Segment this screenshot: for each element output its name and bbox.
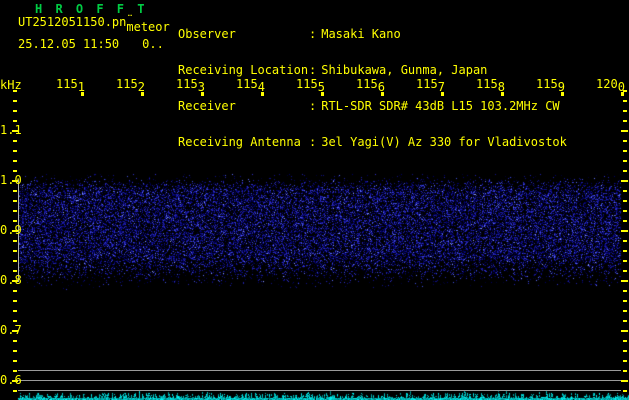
info-row-observer: Observer: Masaki Kano	[178, 28, 567, 40]
filename-text: UT2512051150.pn	[18, 15, 127, 29]
info-colon: :	[309, 63, 317, 77]
tick-mark	[13, 370, 17, 372]
y-tick-label: 0.6	[0, 373, 22, 387]
tick-mark	[621, 280, 628, 282]
tick-mark	[623, 270, 627, 272]
x-tick-text: 1	[77, 80, 85, 94]
tick-mark	[13, 190, 17, 192]
tick-mark	[13, 200, 17, 202]
tick-mark	[13, 150, 17, 152]
filename-note: meteor	[126, 20, 170, 34]
info-label: Receiving Antenna	[178, 135, 301, 149]
tick-mark	[623, 360, 627, 362]
tick-mark	[13, 350, 17, 352]
info-label: Receiver	[178, 99, 236, 113]
tick-mark	[13, 110, 17, 112]
tick-mark	[623, 150, 627, 152]
info-label: Observer	[178, 27, 236, 41]
info-value: 3el Yagi(V) Az 330 for Vladivostok	[321, 135, 567, 149]
tick-mark	[623, 250, 627, 252]
status-counter: 0..	[142, 37, 164, 51]
tick-mark	[623, 200, 627, 202]
x-tick-label: 1151	[56, 77, 85, 93]
info-value: Masaki Kano	[321, 27, 401, 41]
hrofft-screen: 1151 1152 1153 1154 1155 1156 1157 1158 1159 1200…	[0, 0, 629, 400]
tick-mark	[623, 120, 627, 122]
tick-mark	[623, 140, 627, 142]
tick-mark	[13, 170, 17, 172]
tick-mark	[623, 100, 627, 102]
tick-mark	[623, 220, 627, 222]
tick-mark	[13, 260, 17, 262]
tick-mark	[13, 220, 17, 222]
tick-mark	[13, 140, 17, 142]
tick-mark	[623, 310, 627, 312]
tick-mark	[623, 290, 627, 292]
tick-mark	[621, 380, 628, 382]
station-info: Observer: Masaki Kano Receiving Location:…	[178, 4, 567, 172]
tick-mark	[13, 240, 17, 242]
reference-line-0p62khz	[18, 370, 621, 371]
info-colon: :	[309, 135, 317, 149]
tick-mark	[623, 320, 627, 322]
tick-mark	[623, 340, 627, 342]
tick-mark	[621, 330, 628, 332]
reference-line-0p58khz	[18, 390, 621, 391]
tick-mark	[621, 180, 628, 182]
info-row-location: Receiving Location: Shibukawa, Gunma, Jap…	[178, 64, 567, 76]
tick-mark	[13, 390, 17, 392]
info-colon: :	[309, 99, 317, 113]
x-tick-text: 120	[596, 77, 618, 91]
y-tick-label: 1.0	[0, 173, 22, 187]
tick-mark	[623, 390, 627, 392]
tick-mark	[13, 360, 17, 362]
tick-mark	[623, 300, 627, 302]
tick-mark	[13, 120, 17, 122]
y-tick-label: 0.8	[0, 273, 22, 287]
info-value: Shibukawa, Gunma, Japan	[321, 63, 488, 77]
tick-mark	[13, 270, 17, 272]
x-tick-label: 1200	[596, 77, 625, 93]
y-axis-unit-label: kHz	[0, 78, 22, 92]
info-row-antenna: Receiving Antenna:3el Yagi(V) Az 330 for…	[178, 136, 567, 148]
tick-mark	[13, 340, 17, 342]
y-tick-label: 0.9	[0, 223, 22, 237]
tick-mark	[623, 110, 627, 112]
x-tick-label: 1152	[116, 77, 145, 93]
info-colon: :	[309, 27, 317, 41]
info-label: Receiving Location	[178, 63, 309, 77]
y-tick-label: 0.7	[0, 323, 22, 337]
info-value: RTL-SDR SDR# 43dB L15 103.2MHz CW	[321, 99, 560, 113]
x-tick-text: 115	[116, 77, 138, 91]
tick-mark	[13, 210, 17, 212]
tick-mark	[13, 320, 17, 322]
tick-mark	[623, 350, 627, 352]
info-row-receiver: Receiver: RTL-SDR SDR# 43dB L15 103.2MHz …	[178, 100, 567, 112]
tick-mark	[623, 160, 627, 162]
x-tick-text: 2	[137, 80, 145, 94]
tick-mark	[621, 130, 628, 132]
tick-mark	[623, 240, 627, 242]
datetime-text: 25.12.05 11:50	[18, 37, 120, 51]
tick-mark	[13, 100, 17, 102]
tick-mark	[623, 210, 627, 212]
tick-mark	[623, 370, 627, 372]
x-tick-text: 0	[617, 80, 625, 94]
datetime-row: 25.12.05 11:50 0..	[18, 38, 164, 50]
output-filename: UT2512051150.pn¨meteor	[18, 13, 170, 34]
tick-mark	[13, 250, 17, 252]
reference-line-0p60khz	[18, 380, 621, 381]
tick-mark	[13, 310, 17, 312]
tick-mark	[13, 300, 17, 302]
y-tick-label: 1.1	[0, 123, 22, 137]
x-tick-text: 115	[56, 77, 78, 91]
tick-mark	[13, 290, 17, 292]
tick-mark	[623, 170, 627, 172]
tick-mark	[13, 160, 17, 162]
tick-mark	[623, 260, 627, 262]
tick-mark	[623, 190, 627, 192]
tick-mark	[621, 230, 628, 232]
